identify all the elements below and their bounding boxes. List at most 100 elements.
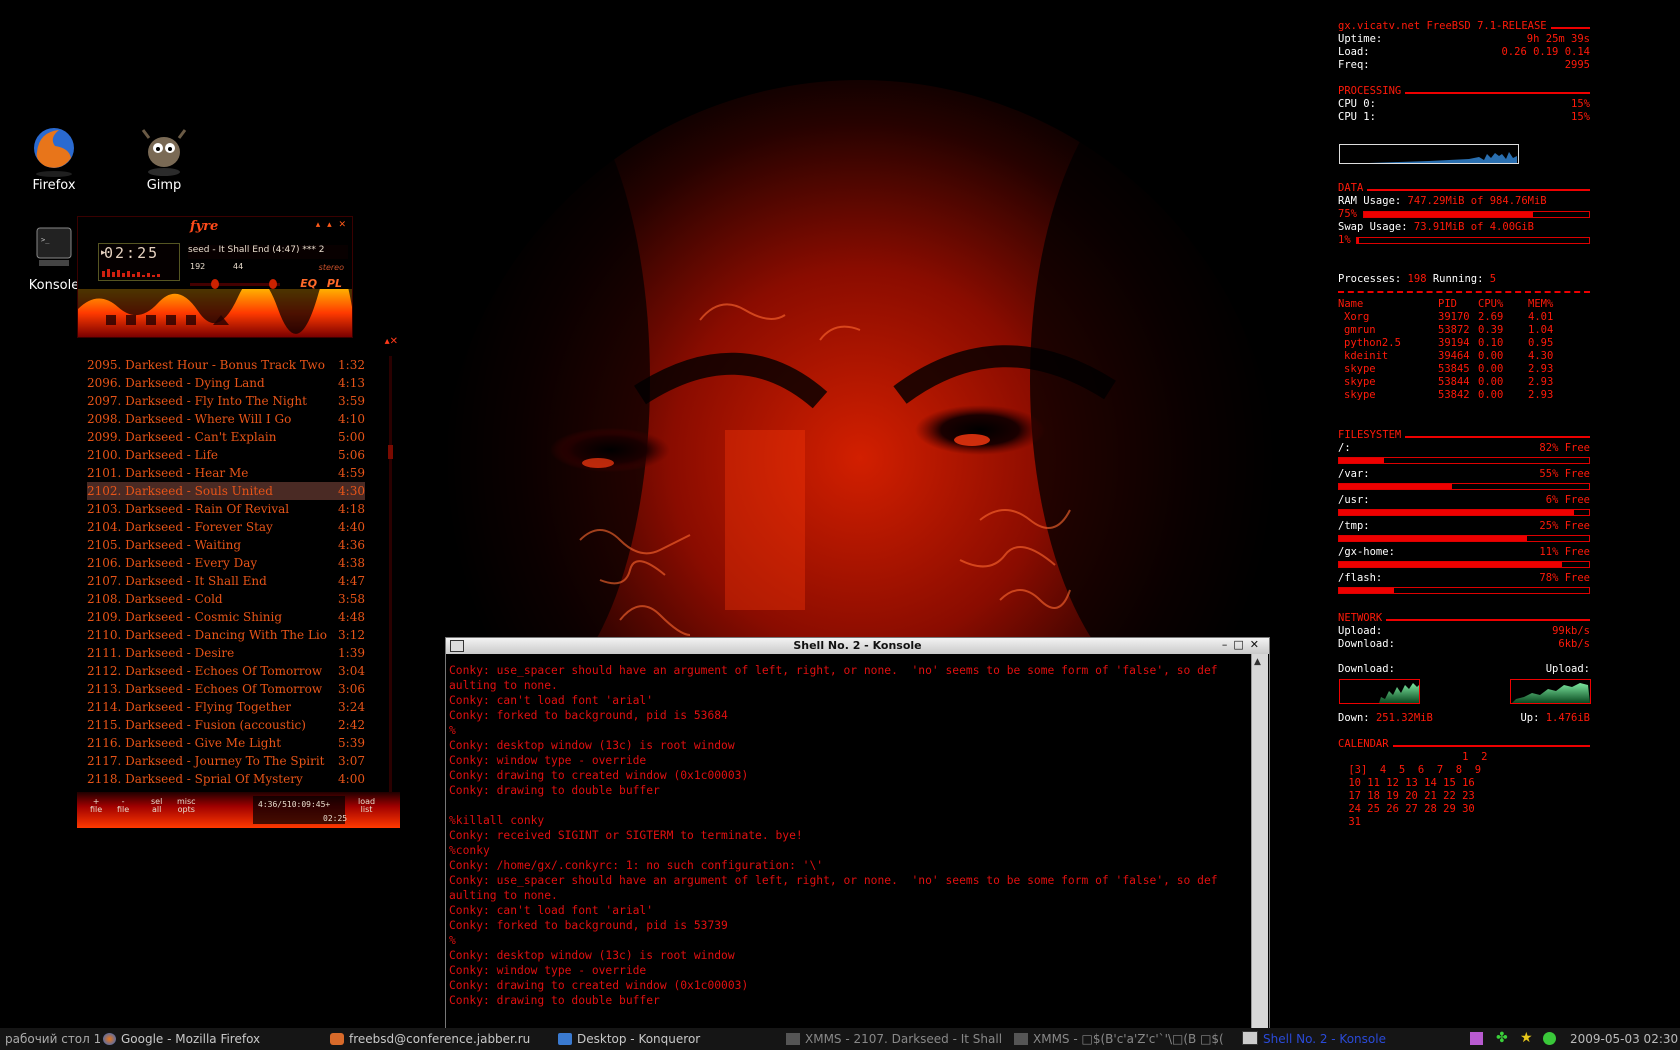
playlist-controls[interactable]: ▴✕ bbox=[385, 336, 398, 347]
process-row: python2.5 39194 0.10 0.95 bbox=[1338, 337, 1590, 350]
terminal-line: Conky: forked to background, pid is 5373… bbox=[449, 919, 728, 932]
track-duration: 3:07 bbox=[338, 754, 365, 768]
terminal-line: Conky: window type - override bbox=[449, 754, 647, 767]
playlist-item[interactable]: 2102. Darkseed - Souls United 4:30 bbox=[87, 482, 365, 500]
xmms-player-window[interactable]: fyre ▴ ▴ ✕ ▸ 02:25 seed - It Shall End (… bbox=[77, 216, 353, 338]
track-duration: 3:58 bbox=[338, 592, 365, 606]
konsole-titlebar[interactable]: Shell No. 2 - Konsole –□✕ bbox=[446, 638, 1269, 654]
clock[interactable]: 2009-05-03 02:30 bbox=[1570, 1028, 1678, 1050]
track-title: 2099. Darkseed - Can't Explain bbox=[87, 430, 277, 444]
playlist-item[interactable]: 2108. Darkseed - Cold 3:58 bbox=[87, 590, 365, 608]
seek-bar[interactable] bbox=[190, 283, 280, 286]
proc-name: python2.5 bbox=[1344, 337, 1401, 349]
xmms-time[interactable]: 02:25 bbox=[104, 244, 159, 262]
star-icon[interactable]: ★ bbox=[1520, 1031, 1533, 1045]
remove-file-button[interactable]: - file bbox=[117, 798, 129, 814]
playlist-item[interactable]: 2097. Darkseed - Fly Into The Night 3:59 bbox=[87, 392, 365, 410]
select-all-button[interactable]: sel all bbox=[151, 798, 162, 814]
playlist-rows[interactable]: 2095. Darkest Hour - Bonus Track Two 1:32… bbox=[87, 356, 365, 788]
calendar-week: 1 2 bbox=[1342, 751, 1488, 763]
stereo-indicator: stereo bbox=[318, 263, 344, 272]
playlist-item[interactable]: 2109. Darkseed - Cosmic Shinig 4:48 bbox=[87, 608, 365, 626]
song-ticker[interactable]: seed - It Shall End (4:47) *** 2 bbox=[188, 245, 348, 259]
playlist-item[interactable]: 2115. Darkseed - Fusion (accoustic) 2:42 bbox=[87, 716, 365, 734]
fs-bar bbox=[1338, 561, 1590, 568]
xmms-playlist-window[interactable]: ▴✕ 2095. Darkest Hour - Bonus Track Two 1… bbox=[77, 336, 400, 828]
terminal-line: Conky: forked to background, pid is 5368… bbox=[449, 709, 728, 722]
playlist-item[interactable]: 2098. Darkseed - Where Will I Go 4:10 bbox=[87, 410, 365, 428]
task-xmms-1[interactable]: XMMS - 2107. Darkseed - It Shall bbox=[786, 1028, 1006, 1050]
seek-knob[interactable] bbox=[211, 279, 219, 289]
track-duration: 3:24 bbox=[338, 700, 365, 714]
track-duration: 3:12 bbox=[338, 628, 365, 642]
playlist-item[interactable]: 2105. Darkseed - Waiting 4:36 bbox=[87, 536, 365, 554]
clover-icon[interactable]: ✤ bbox=[1496, 1031, 1509, 1045]
bitrate: 192 bbox=[190, 262, 206, 271]
playlist-item[interactable]: 2112. Darkseed - Echoes Of Tomorrow (...… bbox=[87, 662, 365, 680]
desktop-pager[interactable]: рабочий стол 1 bbox=[5, 1028, 100, 1050]
ram-value: 747.29MiB of 984.76MiB bbox=[1407, 195, 1547, 207]
fs-bar bbox=[1338, 535, 1590, 542]
task-konsole-active[interactable]: Shell No. 2 - Konsole bbox=[1242, 1028, 1462, 1050]
add-file-button[interactable]: + file bbox=[90, 798, 102, 814]
playlist-scroll-thumb[interactable] bbox=[388, 445, 393, 459]
track-title: 2116. Darkseed - Give Me Light bbox=[87, 736, 282, 750]
playlist-item[interactable]: 2100. Darkseed - Life 5:06 bbox=[87, 446, 365, 464]
tray-app-icon[interactable] bbox=[1470, 1032, 1483, 1045]
desktop-icon-label: Gimp bbox=[146, 178, 182, 193]
cpu-graph bbox=[1339, 144, 1519, 164]
playlist-item[interactable]: 2103. Darkseed - Rain Of Revival 4:18 bbox=[87, 500, 365, 518]
fs-bar bbox=[1338, 457, 1590, 464]
proc-cpu: 2.69 bbox=[1478, 311, 1504, 323]
task-xmms-2[interactable]: XMMS - □$(B'c'a'Z'c'`'\□(B □$( bbox=[1014, 1028, 1234, 1050]
calendar-header: CALENDAR bbox=[1338, 738, 1590, 751]
xmms-window-controls[interactable]: ▴ ▴ ✕ bbox=[316, 220, 348, 230]
svg-text:>_: >_ bbox=[41, 236, 50, 244]
fs-free: 55% Free bbox=[1539, 468, 1590, 480]
playlist-item[interactable]: 2111. Darkseed - Desire 1:39 bbox=[87, 644, 365, 662]
load-list-button[interactable]: load list bbox=[358, 798, 375, 814]
desktop-icon-firefox[interactable]: Firefox bbox=[9, 122, 99, 193]
proc-pid: 53845 bbox=[1438, 363, 1470, 375]
track-title: 2097. Darkseed - Fly Into The Night bbox=[87, 394, 307, 408]
task-jabber[interactable]: freebsd@conference.jabber.ru bbox=[330, 1028, 550, 1050]
track-title: 2110. Darkseed - Dancing With The Lion bbox=[87, 628, 327, 642]
task-konqueror[interactable]: Desktop - Konqueror bbox=[558, 1028, 778, 1050]
playlist-item[interactable]: 2113. Darkseed - Echoes Of Tomorrow 3:06 bbox=[87, 680, 365, 698]
close-icon[interactable]: ✕ bbox=[1250, 638, 1265, 651]
playlist-scrollbar[interactable] bbox=[389, 356, 392, 796]
fs-free: 11% Free bbox=[1539, 546, 1590, 558]
fs-bar-fill bbox=[1339, 536, 1527, 541]
maximize-icon[interactable]: □ bbox=[1233, 638, 1249, 651]
proc-cpu: 0.00 bbox=[1478, 389, 1504, 401]
check-icon[interactable] bbox=[1543, 1032, 1556, 1045]
playlist-item[interactable]: 2117. Darkseed - Journey To The Spirit .… bbox=[87, 752, 365, 770]
terminal-output[interactable]: Conky: use_spacer should have an argumen… bbox=[449, 663, 1247, 1027]
playlist-item[interactable]: 2099. Darkseed - Can't Explain 5:00 bbox=[87, 428, 365, 446]
playlist-item[interactable]: 2114. Darkseed - Flying Together 3:24 bbox=[87, 698, 365, 716]
konsole-window[interactable]: Shell No. 2 - Konsole –□✕ Conky: use_spa… bbox=[445, 637, 1270, 1030]
playlist-item[interactable]: 2107. Darkseed - It Shall End 4:47 bbox=[87, 572, 365, 590]
process-row: gmrun 53872 0.39 1.04 bbox=[1338, 324, 1590, 337]
playlist-item[interactable]: 2096. Darkseed - Dying Land 4:13 bbox=[87, 374, 365, 392]
playlist-item[interactable]: 2118. Darkseed - Sprial Of Mystery 4:00 bbox=[87, 770, 365, 788]
desktop-icon-gimp[interactable]: Gimp bbox=[119, 122, 209, 193]
playlist-item[interactable]: 2116. Darkseed - Give Me Light 5:39 bbox=[87, 734, 365, 752]
terminal-line: % bbox=[449, 724, 456, 737]
proc-cpu: 0.10 bbox=[1478, 337, 1504, 349]
playlist-item[interactable]: 2110. Darkseed - Dancing With The Lion 3:… bbox=[87, 626, 365, 644]
playlist-item[interactable]: 2104. Darkseed - Forever Stay 4:40 bbox=[87, 518, 365, 536]
playlist-item[interactable]: 2095. Darkest Hour - Bonus Track Two 1:32 bbox=[87, 356, 365, 374]
misc-options-button[interactable]: misc opts bbox=[177, 798, 196, 814]
terminal-line: % bbox=[449, 934, 456, 947]
playlist-item[interactable]: 2106. Darkseed - Every Day 4:38 bbox=[87, 554, 365, 572]
playlist-item[interactable]: 2101. Darkseed - Hear Me 4:59 bbox=[87, 464, 365, 482]
minimize-icon[interactable]: – bbox=[1222, 638, 1234, 651]
track-duration: 3:04 bbox=[338, 664, 365, 678]
scroll-up-icon[interactable]: ▲ bbox=[1254, 657, 1261, 667]
volume-knob[interactable] bbox=[269, 279, 277, 289]
track-duration: 4:36 bbox=[338, 538, 365, 552]
task-firefox[interactable]: Google - Mozilla Firefox bbox=[103, 1028, 323, 1050]
terminal-scrollbar[interactable]: ▲ bbox=[1251, 654, 1268, 1029]
window-buttons[interactable]: –□✕ bbox=[1222, 638, 1265, 651]
